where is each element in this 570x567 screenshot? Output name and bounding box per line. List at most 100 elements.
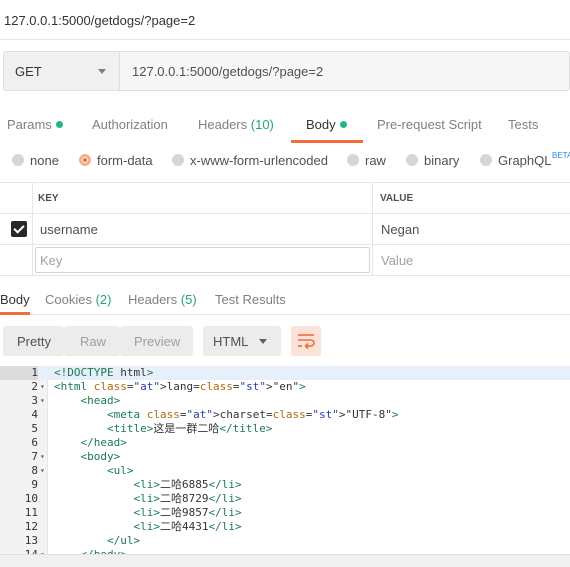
method-label: GET [15, 64, 42, 79]
code-text: </head> [80, 436, 127, 449]
code-text: <ul> [106, 464, 134, 477]
wrap-lines-button[interactable] [291, 326, 321, 356]
fold-toggle-icon[interactable]: ▾ [40, 380, 45, 394]
response-tab-headers[interactable]: Headers (5) [128, 292, 197, 307]
radio-circle-icon [347, 154, 359, 166]
format-select[interactable]: HTML [203, 326, 281, 356]
code-line: 7 ▾ <body> [0, 450, 570, 464]
tab-params[interactable]: Params [7, 117, 63, 132]
code-text: <head> [80, 394, 121, 407]
fold-toggle-icon[interactable]: ▾ [40, 450, 45, 464]
code-line: 4 <meta class="at">charset=class="st">"U… [0, 408, 570, 422]
chevron-down-icon [259, 339, 267, 344]
radio-circle-icon [406, 154, 418, 166]
code-text: <li>二哈8729</li> [133, 492, 242, 505]
code-line: 2 ▾ <html class="at">lang=class="st">"en"> [0, 380, 570, 394]
row-checkbox[interactable] [11, 221, 27, 237]
new-key-input[interactable] [35, 247, 370, 273]
line-number: 4 [31, 408, 38, 421]
radio-circle-icon [172, 154, 184, 166]
window-title: 127.0.0.1:5000/getdogs/?page=2 [4, 13, 196, 28]
radio-form-data[interactable]: form-data [79, 153, 153, 168]
line-number: 1 [0, 366, 38, 380]
radio-circle-icon [12, 154, 24, 166]
line-number: 3 [31, 394, 38, 407]
form-data-table: KEY VALUE username Negan Key Value [0, 182, 570, 276]
response-toolbar: Pretty Raw Preview HTML [0, 326, 570, 358]
active-tab-indicator [0, 312, 30, 315]
line-number: 11 [24, 506, 38, 519]
radio-selected-icon [79, 154, 91, 166]
code-line: 5 <title>这是一群二哈</title> [0, 422, 570, 436]
code-line: 6 </head> [0, 436, 570, 450]
response-tab-body[interactable]: Body [0, 292, 30, 307]
tab-body[interactable]: Body [306, 117, 347, 132]
raw-button[interactable]: Raw [64, 326, 120, 356]
code-line: 9 <li>二哈6885</li> [0, 478, 570, 492]
new-key-placeholder: Key [40, 253, 63, 268]
line-number: 9 [31, 478, 38, 491]
radio-none[interactable]: none [12, 153, 59, 168]
tab-authorization[interactable]: Authorization [92, 117, 168, 132]
table-row: username Negan [0, 214, 570, 245]
pretty-button[interactable]: Pretty [3, 326, 64, 356]
response-tab-cookies[interactable]: Cookies (2) [45, 292, 111, 307]
row-key[interactable]: username [40, 222, 98, 237]
radio-x-www-form-urlencoded[interactable]: x-www-form-urlencoded [172, 153, 328, 168]
fold-toggle-icon[interactable]: ▾ [40, 464, 45, 478]
method-select[interactable]: GET [4, 52, 120, 90]
code-text: <html class="at">lang=class="st">"en"> [54, 380, 306, 393]
tab-headers[interactable]: Headers (10) [198, 117, 274, 132]
code-line: 3 ▾ <head> [0, 394, 570, 408]
tab-pre-request-script[interactable]: Pre-request Script [377, 117, 482, 132]
chevron-down-icon [98, 69, 106, 74]
line-number: 12 [24, 520, 38, 533]
active-tab-indicator [291, 140, 363, 143]
request-tabs: Params Authorization Headers (10) Body P… [0, 110, 570, 143]
status-dot-icon [339, 121, 347, 128]
code-text: <li>二哈9857</li> [133, 506, 242, 519]
response-tab-test-results[interactable]: Test Results [215, 292, 286, 307]
status-dot-icon [55, 121, 63, 128]
code-text: <li>二哈6885</li> [133, 478, 242, 491]
url-input[interactable]: 127.0.0.1:5000/getdogs/?page=2 [132, 64, 323, 79]
code-line: 11 <li>二哈9857</li> [0, 506, 570, 520]
code-text: <title>这是一群二哈</title> [106, 422, 273, 435]
radio-raw[interactable]: raw [347, 153, 386, 168]
code-line: 12 <li>二哈4431</li> [0, 520, 570, 534]
body-type-radios: none form-data x-www-form-urlencoded raw… [0, 151, 570, 172]
request-bar: GET 127.0.0.1:5000/getdogs/?page=2 [3, 51, 570, 91]
preview-button[interactable]: Preview [120, 326, 193, 356]
radio-graphql[interactable]: GraphQL [480, 153, 551, 168]
code-line: 13 </ul> [0, 534, 570, 548]
code-line: 10 <li>二哈8729</li> [0, 492, 570, 506]
response-code-editor[interactable]: 1 <!DOCTYPE html> 2 ▾ <html class="at">lang=… [0, 366, 570, 554]
fold-toggle-icon[interactable]: ▾ [40, 394, 45, 408]
code-text: <meta class="at">charset=class="st">"UTF… [106, 408, 399, 421]
new-value-input[interactable]: Value [381, 253, 413, 268]
line-number: 2 [31, 380, 38, 393]
line-number: 10 [24, 492, 38, 505]
row-value[interactable]: Negan [381, 222, 419, 237]
line-number: 5 [31, 422, 38, 435]
beta-badge: BETA [552, 151, 570, 160]
code-text: </ul> [106, 534, 141, 547]
line-number: 7 [31, 450, 38, 463]
column-divider [32, 183, 33, 275]
code-line: 1 <!DOCTYPE html> [0, 366, 570, 380]
code-text: <li>二哈4431</li> [133, 520, 242, 533]
window-titlebar: 127.0.0.1:5000/getdogs/?page=2 [0, 0, 570, 40]
radio-circle-icon [480, 154, 492, 166]
column-divider [372, 183, 373, 275]
tab-tests[interactable]: Tests [508, 117, 538, 132]
line-number: 6 [31, 436, 38, 449]
response-tabs: Body Cookies (2) Headers (5) Test Result… [0, 285, 570, 315]
column-header-value: VALUE [380, 193, 414, 204]
radio-binary[interactable]: binary [406, 153, 459, 168]
code-text: <body> [80, 450, 121, 463]
line-number: 13 [24, 534, 38, 547]
horizontal-scrollbar[interactable] [0, 554, 570, 567]
column-header-key: KEY [38, 193, 59, 204]
wrap-lines-icon [298, 334, 315, 350]
table-new-row: Key Value [0, 245, 570, 276]
